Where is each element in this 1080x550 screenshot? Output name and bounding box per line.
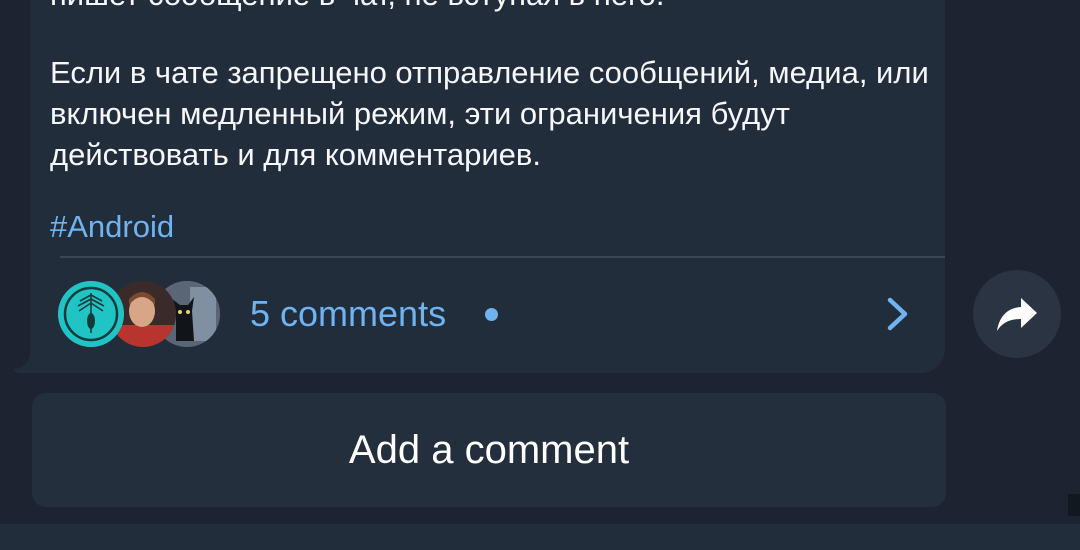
view-comments-button[interactable]: 5 comments: [30, 258, 945, 371]
commenter-avatar: [58, 281, 124, 347]
chevron-right-icon: [885, 296, 911, 337]
message-text-cut-line: пишет сообщение в чат, не вступая в него…: [50, 0, 665, 15]
bottom-bar: [0, 524, 1080, 550]
hashtag-link[interactable]: #Android: [50, 206, 174, 247]
channel-post-screen: пишет сообщение в чат, не вступая в него…: [0, 0, 1080, 550]
add-comment-label: Add a comment: [348, 428, 630, 472]
share-button[interactable]: [973, 270, 1061, 358]
add-comment-button[interactable]: Add a comment: [32, 393, 946, 507]
comments-count-label: 5 comments: [250, 293, 447, 334]
message-text-paragraph: Если в чате запрещено отправление сообще…: [50, 55, 929, 172]
edge-artifact: [1068, 494, 1080, 516]
unread-dot: [485, 308, 498, 321]
